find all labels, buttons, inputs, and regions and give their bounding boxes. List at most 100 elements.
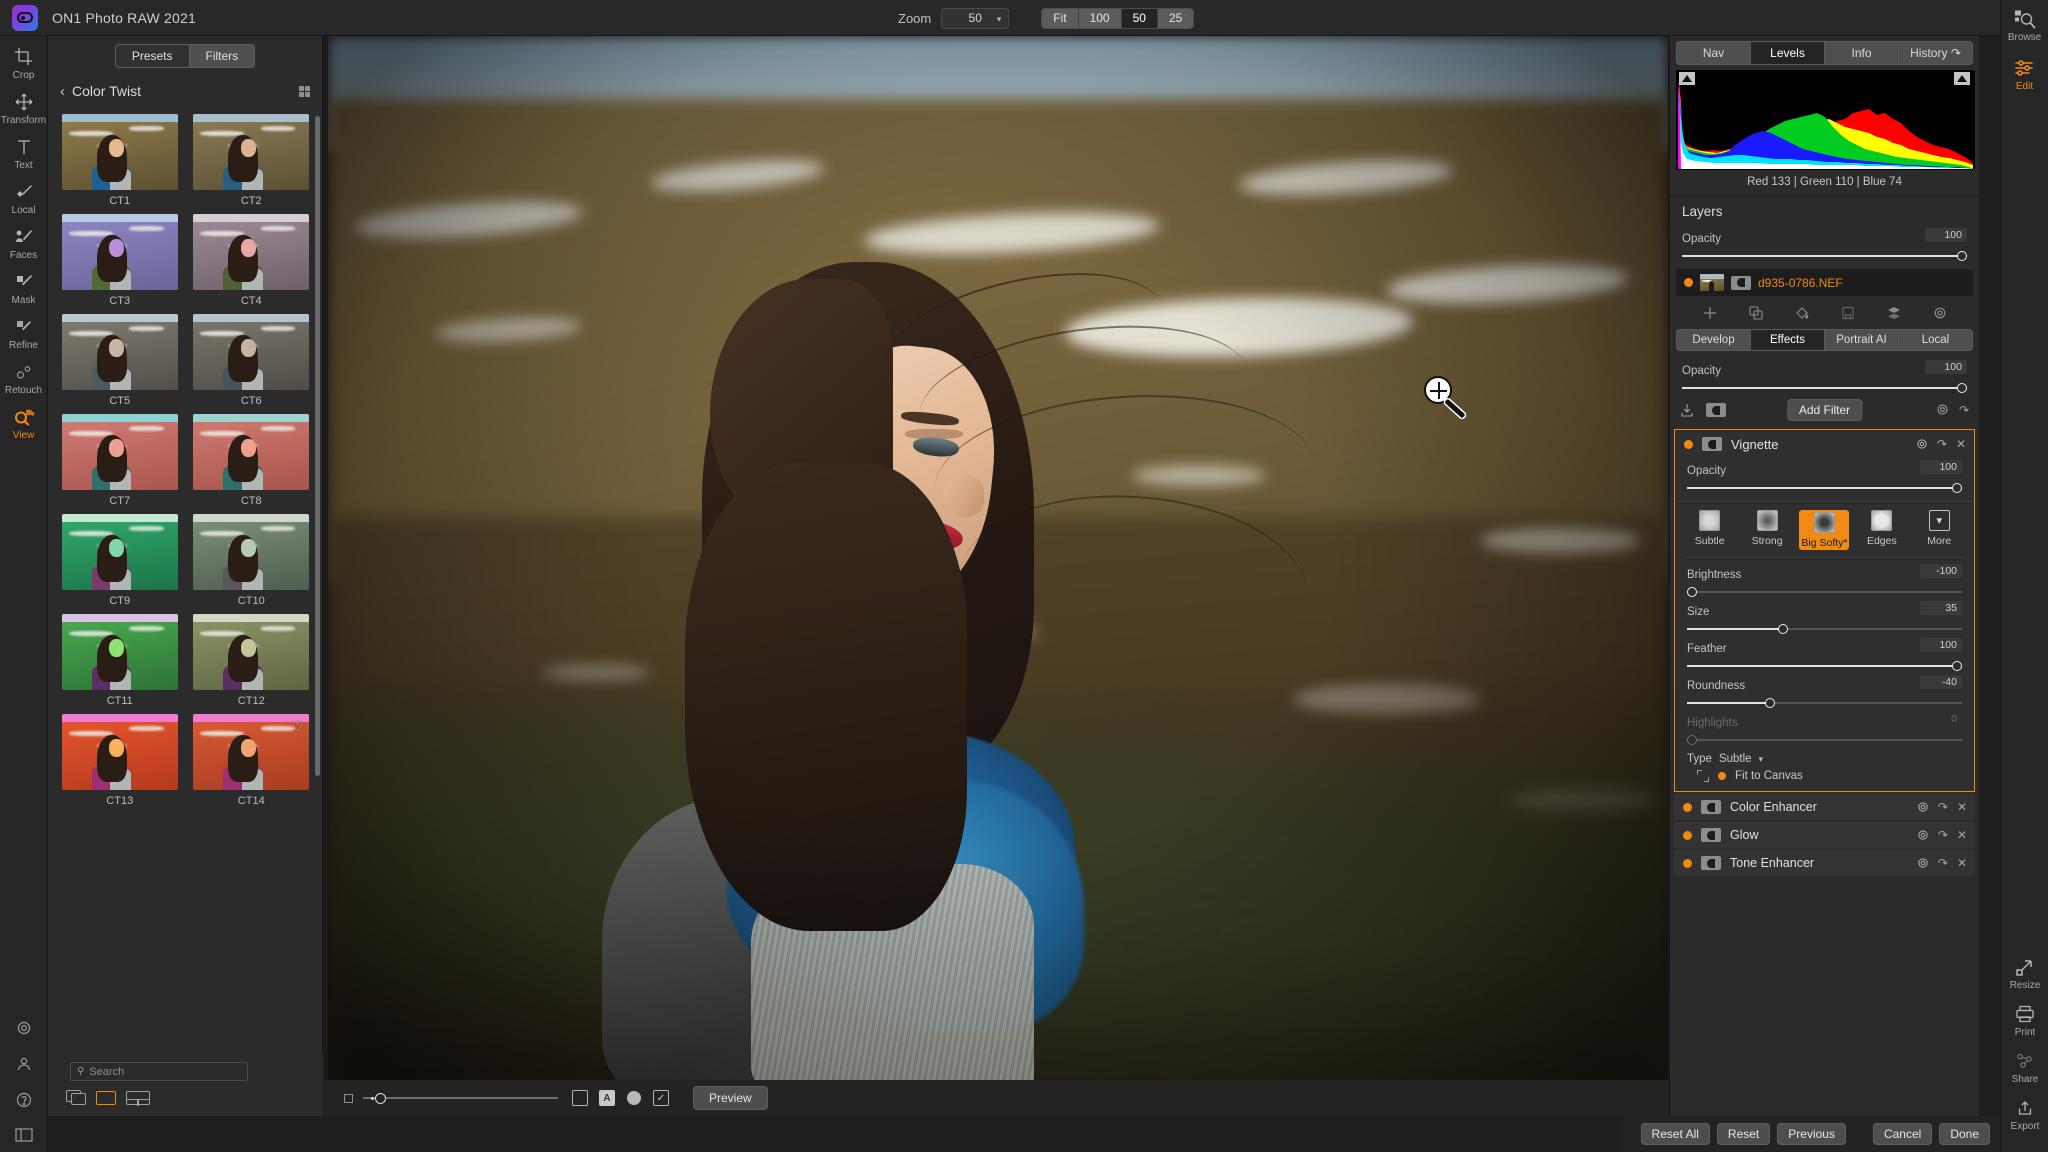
layers-opacity-slider[interactable] xyxy=(1682,249,1967,263)
vignette-brightness-slider[interactable] xyxy=(1687,585,1962,599)
preset-thumbnail[interactable] xyxy=(193,114,310,190)
brush-size-slider[interactable] xyxy=(363,1092,558,1104)
clip-warning-right-icon[interactable] xyxy=(1954,72,1970,85)
tool-refine[interactable]: Refine xyxy=(0,316,48,351)
person-icon[interactable] xyxy=(16,1056,32,1072)
vignette-feather-value[interactable]: 100 xyxy=(1920,638,1962,652)
letter-a-icon[interactable]: A xyxy=(599,1090,615,1106)
tab-nav[interactable]: Nav xyxy=(1676,41,1750,65)
module-export[interactable]: Export xyxy=(2001,1097,2048,1132)
gear-icon[interactable] xyxy=(1916,438,1928,450)
cancel-button[interactable]: Cancel xyxy=(1872,1123,1933,1145)
preset-item[interactable]: CT13 xyxy=(56,714,184,807)
preset-item[interactable]: CT1 xyxy=(56,114,184,207)
grid-view-icon[interactable] xyxy=(299,85,310,97)
preset-thumbnail[interactable] xyxy=(193,514,310,590)
image-canvas[interactable] xyxy=(324,36,1669,1116)
close-icon[interactable]: ✕ xyxy=(1957,856,1967,870)
preset-thumbnail[interactable] xyxy=(193,214,310,290)
reset-icon[interactable]: ↷ xyxy=(1938,828,1948,842)
fill-layer-icon[interactable] xyxy=(1794,305,1810,321)
vignette-opacity-value[interactable]: 100 xyxy=(1920,460,1962,474)
duplicate-layer-icon[interactable] xyxy=(1748,305,1764,321)
reset-all-button[interactable]: Reset All xyxy=(1640,1123,1710,1145)
vignette-style-subtle[interactable]: Subtle xyxy=(1685,510,1735,550)
layer-mask-icon[interactable] xyxy=(1731,275,1751,290)
chevron-left-icon[interactable]: ‹ xyxy=(60,83,65,100)
previous-button[interactable]: Previous xyxy=(1777,1123,1846,1145)
gear-icon[interactable] xyxy=(16,1020,32,1036)
vignette-roundness-slider[interactable] xyxy=(1687,696,1962,710)
help-icon[interactable] xyxy=(16,1092,32,1108)
vignette-feather-slider[interactable] xyxy=(1687,659,1962,673)
preset-item[interactable]: CT6 xyxy=(188,314,316,407)
preset-thumbnail[interactable] xyxy=(61,214,178,290)
filter-mask-icon[interactable] xyxy=(1702,437,1722,451)
chevron-down-icon[interactable]: ▾ xyxy=(1759,754,1764,765)
compare-screens-icon[interactable] xyxy=(66,1090,86,1105)
vignette-size-value[interactable]: 35 xyxy=(1920,601,1962,615)
preset-item[interactable]: CT7 xyxy=(56,414,184,507)
add-layer-icon[interactable] xyxy=(1702,305,1718,321)
tool-faces[interactable]: Faces xyxy=(0,226,48,261)
add-filter-button[interactable]: Add Filter xyxy=(1786,399,1863,421)
vignette-style-big-softy[interactable]: Big Softy* xyxy=(1799,510,1850,550)
zoom-step-100[interactable]: 100 xyxy=(1078,8,1122,28)
preview-button[interactable]: Preview xyxy=(693,1086,768,1110)
effects-opacity-value[interactable]: 100 xyxy=(1925,360,1967,374)
tab-effects[interactable]: Effects xyxy=(1750,329,1824,351)
reset-button[interactable]: Reset xyxy=(1716,1123,1771,1145)
fit-target-icon[interactable] xyxy=(1697,770,1709,782)
preset-thumbnail[interactable] xyxy=(61,414,178,490)
preset-item[interactable]: CT3 xyxy=(56,214,184,307)
module-share[interactable]: Share xyxy=(2001,1050,2048,1085)
filter-item-glow[interactable]: Glow ↷ ✕ xyxy=(1674,822,1975,848)
preset-thumbnail[interactable]: ♡ xyxy=(193,714,310,790)
enabled-dot-icon[interactable] xyxy=(1683,830,1692,840)
effects-opacity-slider[interactable] xyxy=(1682,381,1967,395)
tool-retouch[interactable]: Retouch xyxy=(0,361,48,396)
preset-item[interactable]: CT8 xyxy=(188,414,316,507)
tab-presets[interactable]: Presets xyxy=(114,44,190,68)
enabled-dot-icon[interactable] xyxy=(1683,802,1692,812)
gear-icon[interactable] xyxy=(1936,403,1949,417)
search-input[interactable]: ⚲ Search xyxy=(70,1062,248,1081)
save-preset-icon[interactable] xyxy=(1680,403,1694,417)
tool-mask[interactable]: Mask xyxy=(0,271,48,306)
vignette-style-edges[interactable]: Edges xyxy=(1857,510,1907,550)
delete-layer-icon[interactable] xyxy=(1840,305,1856,321)
tab-develop[interactable]: Develop xyxy=(1676,329,1750,351)
tab-portrait-ai[interactable]: Portrait AI xyxy=(1824,329,1898,351)
small-square-icon[interactable] xyxy=(344,1093,353,1103)
preset-item[interactable]: CT5 xyxy=(56,314,184,407)
tool-crop[interactable]: Crop xyxy=(0,46,48,81)
tool-view[interactable]: View xyxy=(0,406,48,441)
preset-scrollbar[interactable] xyxy=(315,116,320,776)
gear-icon[interactable] xyxy=(1917,829,1929,841)
visibility-dot-icon[interactable] xyxy=(1684,278,1693,287)
vignette-opacity-slider[interactable] xyxy=(1687,481,1962,495)
close-icon[interactable]: ✕ xyxy=(1956,437,1966,451)
clip-warning-left-icon[interactable] xyxy=(1679,72,1695,85)
preset-item[interactable]: CT2 xyxy=(188,114,316,207)
split-view-icon[interactable] xyxy=(126,1090,150,1106)
filter-mask-icon[interactable] xyxy=(1701,800,1721,814)
preset-thumbnail[interactable] xyxy=(61,714,178,790)
circle-fill-icon[interactable] xyxy=(626,1090,642,1106)
tab-levels[interactable]: Levels xyxy=(1750,41,1824,65)
preset-item[interactable]: CT11 xyxy=(56,614,184,707)
photo-preview[interactable] xyxy=(328,36,1668,1082)
enabled-dot-icon[interactable] xyxy=(1718,772,1726,780)
preset-thumbnail[interactable] xyxy=(61,114,178,190)
close-icon[interactable]: ✕ xyxy=(1957,828,1967,842)
vignette-header[interactable]: Vignette ↷ ✕ xyxy=(1675,430,1974,458)
vignette-fit-row[interactable]: Fit to Canvas xyxy=(1675,768,1974,791)
filter-mask-icon[interactable] xyxy=(1701,828,1721,842)
preset-item[interactable]: CT9 xyxy=(56,514,184,607)
layers-opacity-value[interactable]: 100 xyxy=(1925,228,1967,242)
enabled-dot-icon[interactable] xyxy=(1683,858,1692,868)
preset-list[interactable]: CT1 CT2 CT3 CT4 CT5 CT6 CT7 CT8 CT9 CT10 CT11 CT12 C… xyxy=(48,114,323,1054)
done-button[interactable]: Done xyxy=(1939,1123,1990,1145)
vignette-roundness-value[interactable]: -40 xyxy=(1920,675,1962,689)
filter-mask-icon[interactable] xyxy=(1701,856,1721,870)
